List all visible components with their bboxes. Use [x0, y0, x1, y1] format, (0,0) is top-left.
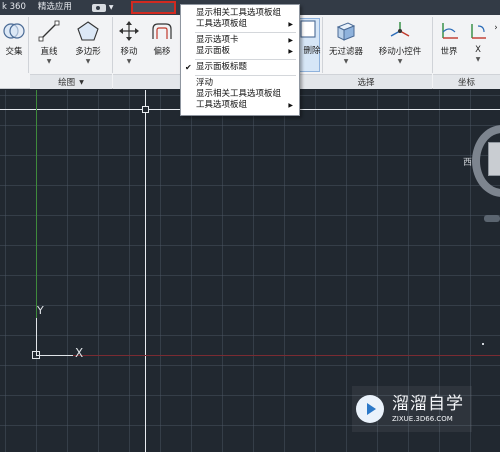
chevron-down-icon: ▼ — [79, 78, 84, 86]
panel-title-coordinates[interactable]: 坐标 — [433, 74, 500, 89]
watermark-site: ZIXUE.3D66.COM — [392, 415, 453, 423]
line-label: 直线 — [40, 47, 58, 57]
viewcube-west-label[interactable]: 西 — [463, 155, 472, 168]
polygon-button[interactable]: 多边形 ▼ — [72, 20, 104, 65]
menu-item-label: 显示相关工具选项板组 — [196, 8, 282, 18]
x-axis-line — [72, 355, 500, 356]
drawing-canvas[interactable]: Y X 西 溜溜自学 ZIXUE.3D66.COM — [0, 90, 500, 452]
menu-separator — [195, 59, 296, 60]
menu-item-label: 显示选项卡 — [196, 35, 239, 45]
polygon-icon — [77, 21, 99, 41]
panel-select-label: 选择 — [357, 78, 375, 88]
panel-title-modify[interactable] — [113, 74, 181, 89]
canvas-point — [482, 343, 484, 345]
menu-item-show-tabs[interactable]: 显示选项卡 ▶ — [181, 35, 299, 46]
overflow-arrow-icon: › — [494, 23, 498, 33]
menu-item-label: 工具选项板组 — [196, 19, 248, 29]
dropdown-arrow-icon[interactable]: ▼ — [47, 58, 52, 65]
dropdown-arrow-icon[interactable]: ▼ — [127, 58, 132, 65]
menu-item-tool-palette-group-2[interactable]: 工具选项板组 ▶ — [181, 100, 299, 111]
move-label: 移动 — [120, 47, 138, 57]
ucs-x-arm — [36, 355, 73, 356]
menu-item-label: 显示相关工具选项板组 — [196, 89, 282, 99]
line-button[interactable]: 直线 ▼ — [36, 20, 62, 65]
cube-filter-icon — [336, 22, 356, 41]
menu-item-tool-palette-group[interactable]: 工具选项板组 ▶ — [181, 19, 299, 30]
no-filter-label: 无过滤器 — [328, 47, 363, 57]
line-icon — [38, 20, 60, 42]
panel-title-select[interactable]: 选择 — [300, 74, 432, 89]
menu-item-label: 工具选项板组 — [196, 100, 248, 110]
watermark-brand: 溜溜自学 — [392, 394, 464, 414]
ucs-origin-box — [32, 351, 40, 359]
dropdown-arrow-icon[interactable]: ▼ — [86, 58, 91, 65]
ribbon-overflow[interactable]: › — [492, 20, 500, 33]
ucs-x-label: X — [75, 346, 84, 360]
menu-item-float[interactable]: 浮动 — [181, 78, 299, 89]
no-filter-button[interactable]: 无过滤器 ▼ — [326, 20, 366, 65]
menu-separator — [195, 32, 296, 33]
menu-item-label: 浮动 — [196, 78, 214, 88]
offset-label: 偏移 — [153, 47, 171, 57]
chevron-down-icon[interactable]: ▼ — [109, 4, 114, 11]
dropdown-arrow-icon[interactable]: ▼ — [398, 58, 403, 65]
dropdown-arrow-icon[interactable]: ▼ — [476, 56, 481, 63]
checkmark-icon: ✔ — [185, 63, 192, 72]
menu-item-show-panel-titles[interactable]: ✔ 显示面板标题 — [181, 62, 299, 73]
panel-title-draw[interactable]: 绘图 ▼ — [30, 74, 112, 89]
menu-item-show-related-palettes[interactable]: 显示相关工具选项板组 — [181, 8, 299, 19]
move-gizmo-label: 移动小控件 — [378, 47, 422, 57]
panel-coords-label: 坐标 — [457, 78, 475, 88]
camera-icon[interactable] — [91, 3, 106, 12]
submenu-arrow-icon: ▶ — [288, 102, 293, 109]
submenu-arrow-icon: ▶ — [288, 48, 293, 55]
x-rotate-button[interactable]: X ▼ — [468, 20, 488, 63]
offset-icon — [152, 23, 172, 39]
world-ucs-icon — [442, 23, 458, 39]
menu-item-label: 显示面板 — [196, 46, 231, 56]
ucs-y-label: Y — [37, 304, 44, 317]
submenu-arrow-icon: ▶ — [288, 37, 293, 44]
x-rotate-label: X — [475, 45, 481, 55]
intersect-icon — [3, 23, 25, 39]
world-button[interactable]: 世界 — [436, 20, 462, 57]
panel-draw-label: 绘图 — [58, 78, 76, 88]
polygon-label: 多边形 — [75, 47, 101, 57]
move-gizmo-button[interactable]: 移动小控件 ▼ — [376, 20, 424, 65]
offset-button[interactable]: 偏移 — [150, 20, 174, 57]
tab-featured-apps[interactable]: 精选应用 — [32, 0, 78, 15]
menu-item-label: 显示面板标题 — [196, 62, 248, 72]
viewcube-face[interactable] — [488, 142, 500, 176]
intersect-label: 交集 — [5, 47, 23, 57]
menu-item-show-related-palettes-2[interactable]: 显示相关工具选项板组 — [181, 89, 299, 100]
ucs-y-arm — [36, 318, 37, 355]
world-label: 世界 — [440, 47, 458, 57]
crosshair-pickbox — [142, 106, 149, 113]
intersect-button[interactable]: 交集 — [2, 20, 26, 57]
move-button[interactable]: 移动 ▼ — [117, 20, 141, 65]
crosshair-vertical — [145, 90, 146, 452]
watermark-play-logo-icon — [356, 395, 384, 423]
gizmo-icon — [390, 22, 410, 37]
tab-a360[interactable]: k 360 — [0, 0, 32, 15]
dropdown-arrow-icon[interactable]: ▼ — [344, 58, 349, 65]
highlighted-ribbon-area[interactable] — [131, 1, 176, 14]
ribbon-context-menu: 显示相关工具选项板组 工具选项板组 ▶ 显示选项卡 ▶ 显示面板 ▶ ✔ 显示面… — [180, 4, 300, 116]
delete-label: 删除 — [303, 46, 321, 56]
watermark: 溜溜自学 ZIXUE.3D66.COM — [352, 386, 472, 432]
menu-separator — [195, 75, 296, 76]
move-icon — [119, 21, 139, 41]
x-rotate-icon — [471, 24, 486, 39]
menu-item-show-panels[interactable]: 显示面板 ▶ — [181, 46, 299, 57]
submenu-arrow-icon: ▶ — [288, 21, 293, 28]
viewcube-wcs-menu[interactable] — [484, 215, 500, 222]
